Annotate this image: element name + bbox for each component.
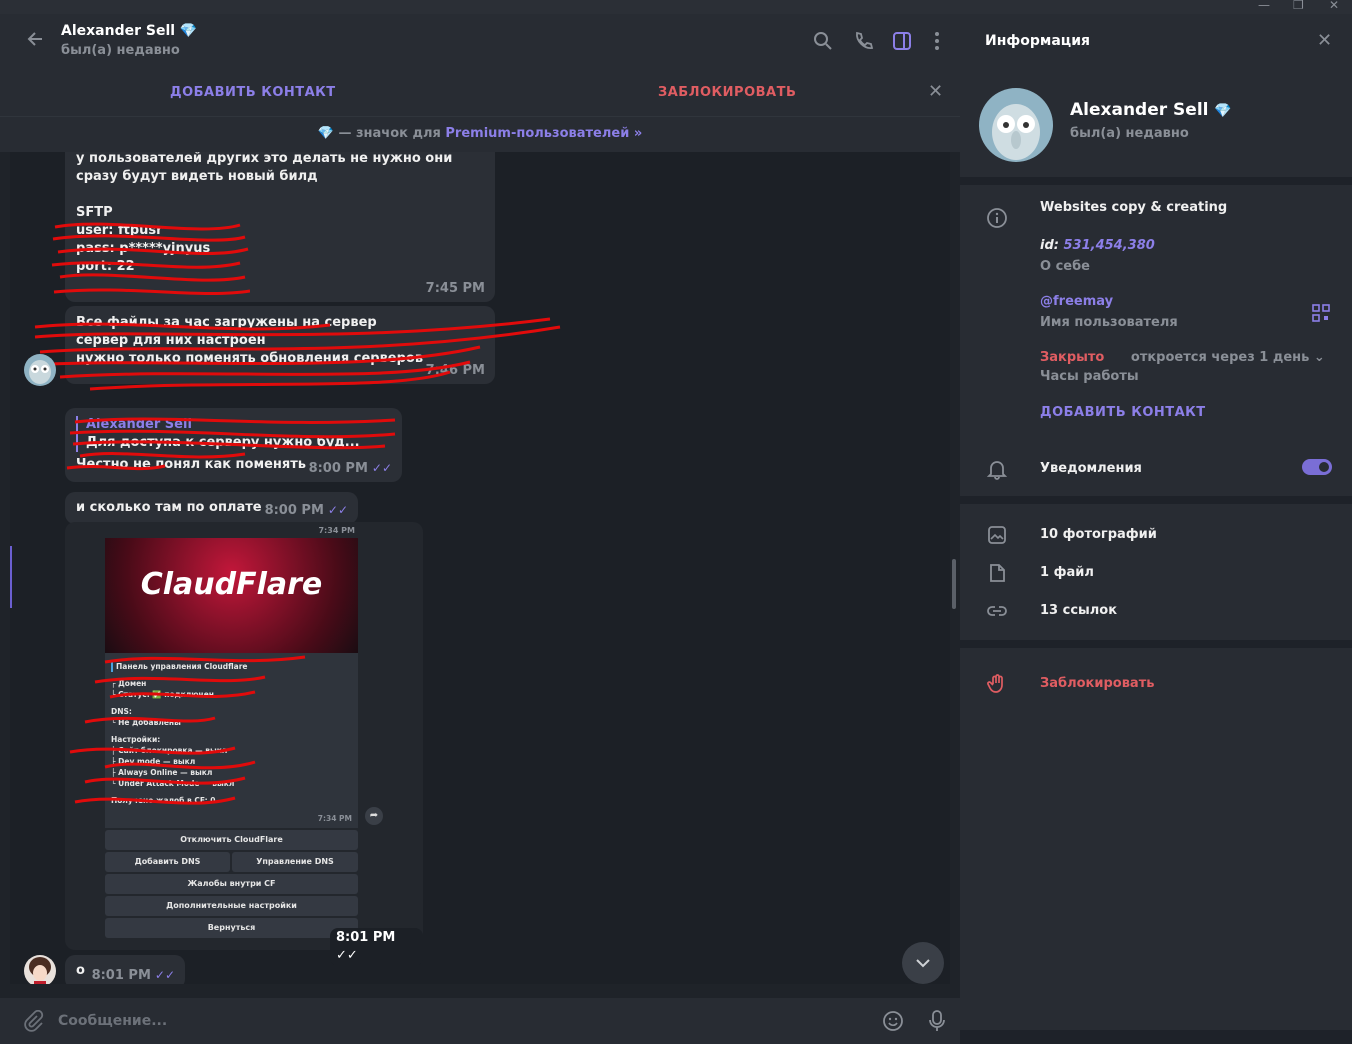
message-composer: [0, 998, 960, 1044]
microphone-icon[interactable]: [926, 1009, 948, 1037]
qr-code-icon[interactable]: [1312, 304, 1330, 326]
profile-status: был(а) недавно: [1070, 126, 1189, 141]
bio-text: Websites copy & creating: [1040, 200, 1228, 215]
manage-dns-button[interactable]: Управление DNS: [232, 852, 358, 872]
message-bubble[interactable]: о 8:01 PM ✓✓: [65, 955, 185, 984]
contact-action-bar: ДОБАВИТЬ КОНТАКТ ЗАБЛОКИРОВАТЬ ✕: [0, 70, 960, 116]
premium-diamond-icon: 💎: [317, 126, 334, 141]
link-icon: [986, 600, 1008, 622]
about-label: О себе: [1040, 259, 1090, 274]
sidebar-toggle-icon[interactable]: [891, 30, 913, 52]
own-avatar[interactable]: [24, 955, 56, 984]
scribble-redaction: [69, 655, 306, 805]
share-icon[interactable]: ➦: [365, 807, 383, 825]
profile-avatar[interactable]: [979, 88, 1053, 162]
file-icon: [986, 562, 1008, 584]
user-id[interactable]: id: 531,454,380: [1040, 238, 1155, 253]
hours-label: Часы работы: [1040, 369, 1139, 384]
back-arrow-icon[interactable]: [24, 28, 46, 56]
scribble-redaction: [66, 417, 396, 471]
photos-link[interactable]: 10 фотографий: [1040, 527, 1157, 542]
phone-icon[interactable]: [852, 30, 874, 52]
back-button[interactable]: Вернуться: [105, 918, 358, 938]
message-input[interactable]: [58, 1010, 838, 1032]
banner-title: ClaudFlare: [140, 567, 323, 602]
message-time: 8:01 PM ✓✓: [91, 968, 175, 983]
message-list[interactable]: у пользователей других это делать не нуж…: [10, 152, 950, 984]
scrollbar-thumb[interactable]: [952, 559, 956, 609]
peer-name[interactable]: Alexander Sell 💎: [61, 23, 197, 39]
message-bubble[interactable]: и сколько там по оплате 8:00 PM ✓✓: [65, 492, 358, 524]
selection-indicator: [10, 546, 12, 608]
message-time: 8:01 PM ✓✓: [330, 928, 423, 966]
notifications-toggle[interactable]: [1302, 459, 1332, 475]
username-link[interactable]: @freemay: [1040, 294, 1113, 309]
links-link[interactable]: 13 ссылок: [1040, 603, 1117, 618]
sender-avatar[interactable]: [24, 354, 56, 386]
divider: [960, 496, 1352, 504]
premium-diamond-icon: 💎: [1214, 103, 1232, 119]
divider: [960, 640, 1352, 648]
peer-status: был(а) недавно: [61, 43, 180, 58]
block-button[interactable]: ЗАБЛОКИРОВАТЬ: [658, 85, 796, 100]
read-check-icon: ✓✓: [154, 968, 175, 982]
restore-icon[interactable]: ❐: [1293, 0, 1304, 12]
close-panel-icon[interactable]: ✕: [1317, 30, 1332, 51]
close-window-icon[interactable]: ✕: [1329, 0, 1339, 12]
add-contact-button[interactable]: ДОБАВИТЬ КОНТАКТ: [170, 85, 336, 100]
disable-cloudflare-button[interactable]: Отключить CloudFlare: [105, 830, 358, 850]
emoji-icon[interactable]: [882, 1010, 904, 1036]
close-bar-icon[interactable]: ✕: [928, 81, 943, 102]
panel-title: Информация: [985, 33, 1090, 49]
info-panel: Информация ✕ Alexander Sell 💎 был(а) нед…: [960, 14, 1352, 1030]
notifications-label: Уведомления: [1040, 461, 1142, 476]
business-hours[interactable]: Закрыто откроется через 1 день ⌄: [1040, 350, 1325, 365]
inner-time: 7:34 PM: [318, 526, 355, 535]
photo-icon: [986, 524, 1008, 546]
divider: [960, 177, 1352, 185]
premium-link[interactable]: Premium-пользователей »: [445, 126, 642, 141]
scribble-redaction: [30, 317, 561, 391]
minimize-icon[interactable]: —: [1258, 0, 1270, 12]
message-time: 7:45 PM: [425, 281, 485, 296]
scribble-redaction: [51, 222, 250, 296]
info-icon: [986, 207, 1008, 229]
complaints-button[interactable]: Жалобы внутри CF: [105, 874, 358, 894]
chat-header: Alexander Sell 💎 был(а) недавно: [0, 14, 960, 70]
window-titlebar: — ❐ ✕: [0, 0, 1352, 14]
add-contact-link[interactable]: ДОБАВИТЬ КОНТАКТ: [1040, 405, 1206, 420]
bell-icon: [986, 458, 1008, 480]
premium-diamond-icon: 💎: [179, 23, 198, 39]
scroll-down-button[interactable]: [902, 942, 944, 984]
hand-stop-icon: [986, 673, 1008, 695]
read-check-icon: ✓✓: [327, 503, 348, 517]
files-link[interactable]: 1 файл: [1040, 565, 1094, 580]
profile-name: Alexander Sell 💎: [1070, 100, 1232, 120]
extra-settings-button[interactable]: Дополнительные настройки: [105, 896, 358, 916]
username-label: Имя пользователя: [1040, 315, 1178, 330]
premium-badge-bar[interactable]: 💎 — значок для Premium-пользователей »: [0, 116, 960, 152]
read-check-icon: ✓✓: [336, 948, 358, 963]
chat-area: Alexander Sell 💎 был(а) недавно ДОБАВИТЬ…: [0, 14, 960, 1044]
claudflare-banner-image[interactable]: ClaudFlare: [105, 538, 358, 653]
block-user-button[interactable]: Заблокировать: [1040, 676, 1154, 691]
message-time: 8:00 PM ✓✓: [264, 503, 348, 518]
chevron-down-icon: ⌄: [1313, 350, 1325, 365]
add-dns-button[interactable]: Добавить DNS: [105, 852, 230, 872]
search-icon[interactable]: [812, 30, 834, 52]
attach-icon[interactable]: [22, 1009, 44, 1036]
more-vertical-icon[interactable]: [926, 30, 948, 52]
